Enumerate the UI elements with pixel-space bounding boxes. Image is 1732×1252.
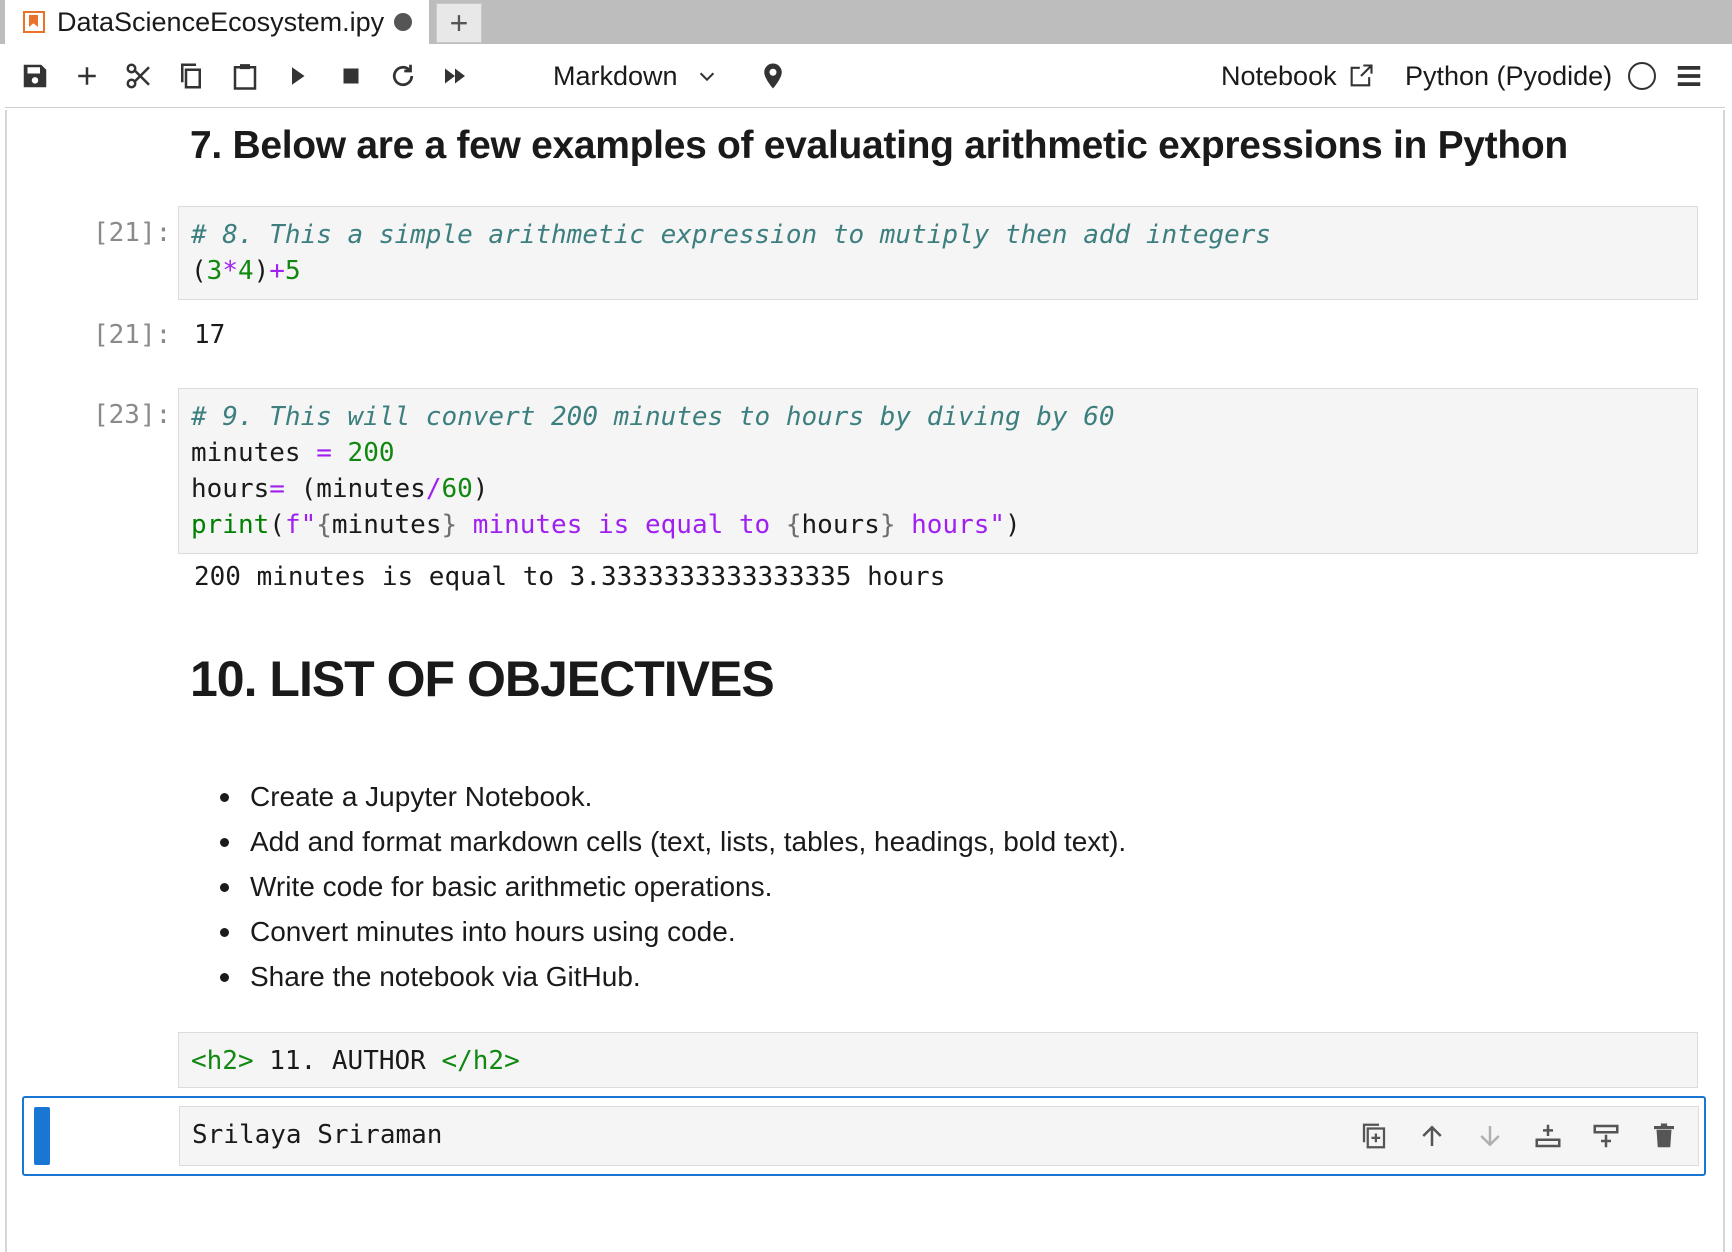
code-token: + (269, 256, 285, 286)
code-token: hours (191, 474, 270, 504)
raw-text: 11. AUTHOR (253, 1046, 442, 1076)
menu-icon[interactable] (1669, 56, 1709, 96)
code-token: ) (1005, 510, 1021, 540)
code-token: = (316, 438, 332, 468)
code-token: 4 (237, 256, 254, 286)
code-token: f" (284, 510, 317, 540)
kernel-status-icon (1628, 62, 1657, 90)
cell-output: 200 minutes is equal to 3.33333333333333… (194, 562, 946, 592)
chevron-down-icon (699, 72, 714, 82)
objectives-list[interactable]: Create a Jupyter Notebook. Add and forma… (220, 774, 1126, 999)
panel-border (5, 110, 7, 1252)
restart-icon[interactable] (383, 56, 423, 96)
copy-icon[interactable] (171, 56, 211, 96)
external-link-icon (1350, 64, 1373, 87)
list-item: Write code for basic arithmetic operatio… (220, 864, 1126, 909)
active-cell[interactable]: Srilaya Sriraman (22, 1096, 1706, 1176)
kernel-name: Python (Pyodide) (1405, 60, 1613, 91)
stop-icon[interactable] (331, 56, 371, 96)
panel-border (1723, 110, 1725, 1252)
code-cell-23[interactable]: # 9. This will convert 200 minutes to ho… (178, 388, 1698, 554)
add-icon[interactable] (67, 56, 107, 96)
html-tag: <h2> (191, 1046, 254, 1076)
tab-title: DataScienceEcosystem.ipy (57, 6, 385, 37)
code-token: minutes (191, 438, 317, 468)
code-token: ( (191, 256, 207, 286)
cell-type-select[interactable]: Markdown (553, 56, 718, 96)
output-prompt: [21]: (93, 320, 172, 350)
notebook-toolbar: Markdown Notebook Python (Pyodide) (5, 44, 1725, 108)
paste-icon[interactable] (225, 56, 265, 96)
cut-icon[interactable] (119, 56, 159, 96)
code-token: 3 (206, 256, 223, 286)
code-token: hours (801, 510, 880, 540)
code-comment: # 9. This will convert 200 minutes to ho… (191, 402, 1115, 432)
pin-icon[interactable] (753, 56, 793, 96)
delete-cell-icon[interactable] (1646, 1118, 1682, 1154)
input-prompt: [21]: (93, 218, 172, 248)
list-item: Create a Jupyter Notebook. (220, 774, 1126, 819)
code-token: * (222, 256, 238, 286)
code-token: minutes (331, 510, 442, 540)
raw-cell-author-heading[interactable]: <h2> 11. AUTHOR </h2> (178, 1032, 1698, 1088)
cell-toolbar (1356, 1106, 1682, 1166)
move-up-icon[interactable] (1414, 1118, 1450, 1154)
markdown-heading-7[interactable]: 7. Below are a few examples of evaluatin… (190, 124, 1568, 168)
markdown-heading-10[interactable]: 10. LIST OF OBJECTIVES (190, 650, 775, 708)
kernel-indicator[interactable]: Python (Pyodide) (1405, 56, 1657, 96)
code-token: = (269, 474, 285, 504)
code-token: / (425, 474, 442, 504)
cell-type-value: Markdown (553, 60, 678, 91)
notebook-label: Notebook (1221, 60, 1337, 91)
notebook-icon (23, 11, 45, 33)
code-token: 60 (441, 474, 473, 504)
duplicate-cell-icon[interactable] (1356, 1118, 1392, 1154)
code-token: print (191, 510, 270, 540)
code-token: { (785, 510, 802, 540)
cell-output: 17 (194, 320, 226, 350)
list-item: Add and format markdown cells (text, lis… (220, 819, 1126, 864)
new-tab-button[interactable]: + (436, 3, 482, 43)
cell-collapser[interactable] (34, 1107, 50, 1165)
code-token: minutes is equal to (457, 510, 786, 540)
save-icon[interactable] (15, 56, 55, 96)
author-text: Srilaya Sriraman (192, 1120, 443, 1150)
code-token: { (316, 510, 332, 540)
code-token: ) (472, 474, 489, 504)
code-token: ) (253, 256, 270, 286)
list-item: Share the notebook via GitHub. (220, 954, 1126, 999)
list-item: Convert minutes into hours using code. (220, 909, 1126, 954)
fast-forward-icon[interactable] (435, 56, 475, 96)
run-icon[interactable] (277, 56, 317, 96)
code-token: } (441, 510, 458, 540)
code-token: } (879, 510, 896, 540)
tab-bar: DataScienceEcosystem.ipy + (0, 0, 1732, 44)
insert-below-icon[interactable] (1588, 1118, 1624, 1154)
code-token: 200 (331, 438, 395, 468)
notebook-panel: 7. Below are a few examples of evaluatin… (5, 110, 1725, 1252)
code-comment: # 8. This a simple arithmetic expression… (191, 220, 1272, 250)
unsaved-dot-icon[interactable] (394, 13, 413, 31)
code-token: (minutes (284, 474, 426, 504)
input-prompt: [23]: (93, 400, 172, 430)
code-cell-21[interactable]: # 8. This a simple arithmetic expression… (178, 206, 1698, 300)
code-token: ( (269, 510, 285, 540)
notebook-tab[interactable]: DataScienceEcosystem.ipy (5, 0, 429, 44)
html-tag: </h2> (441, 1046, 520, 1076)
code-token: 5 (284, 256, 301, 286)
code-token: hours" (895, 510, 1006, 540)
insert-above-icon[interactable] (1530, 1118, 1566, 1154)
move-down-icon[interactable] (1472, 1118, 1508, 1154)
open-notebook-link[interactable]: Notebook (1221, 56, 1375, 96)
